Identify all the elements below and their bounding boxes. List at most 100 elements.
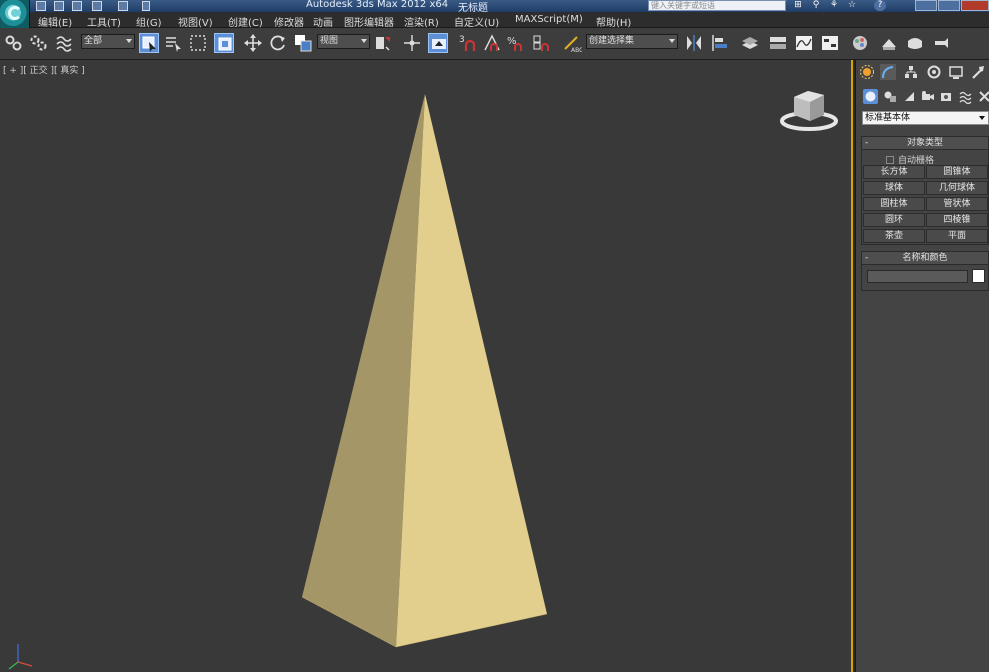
- shapes-category-icon[interactable]: [883, 89, 898, 104]
- create-tab-icon[interactable]: [859, 64, 875, 80]
- systems-category-icon[interactable]: [977, 89, 989, 104]
- unlink-selection-icon[interactable]: [29, 33, 49, 53]
- render-production-icon[interactable]: [931, 33, 951, 53]
- menu-modifiers[interactable]: 修改器: [274, 14, 304, 29]
- object-name-field[interactable]: [867, 270, 968, 283]
- app-logo-icon[interactable]: [0, 0, 30, 28]
- snaps-toggle-3d-icon[interactable]: 3: [458, 33, 478, 53]
- search-icon[interactable]: ⚲: [810, 0, 822, 11]
- communication-center-icon[interactable]: ⚘: [828, 0, 840, 11]
- menu-group[interactable]: 组(G): [136, 14, 162, 29]
- select-and-rotate-icon[interactable]: [268, 33, 288, 53]
- open-file-icon[interactable]: [54, 1, 64, 11]
- save-file-icon[interactable]: [72, 1, 82, 11]
- graphite-modeling-tools-icon[interactable]: [768, 33, 788, 53]
- tube-button[interactable]: 管状体: [926, 197, 988, 211]
- menu-rendering[interactable]: 渲染(R): [404, 14, 439, 29]
- perspective-viewport[interactable]: [ + ][ 正交 ][ 真实 ]: [0, 60, 853, 672]
- close-button[interactable]: [961, 0, 989, 11]
- box-button[interactable]: 长方体: [863, 165, 925, 179]
- rendered-frame-window-icon[interactable]: [905, 33, 925, 53]
- motion-tab-icon[interactable]: [926, 64, 942, 80]
- chevron-down-icon: [361, 39, 367, 43]
- rectangular-selection-region-icon[interactable]: [188, 33, 208, 53]
- keyboard-shortcut-override-icon[interactable]: [428, 33, 448, 53]
- curve-editor-icon[interactable]: [794, 33, 814, 53]
- geosphere-button[interactable]: 几何球体: [926, 181, 988, 195]
- render-setup-icon[interactable]: [879, 33, 899, 53]
- menu-help[interactable]: 帮助(H): [596, 14, 631, 29]
- cone-button[interactable]: 圆锥体: [926, 165, 988, 179]
- help-search-input[interactable]: 键入关键字或短语: [648, 0, 786, 11]
- primitive-category-dropdown[interactable]: 标准基本体: [862, 111, 989, 125]
- help-icon[interactable]: ?: [874, 0, 886, 11]
- selection-filter-dropdown[interactable]: 全部: [81, 34, 135, 49]
- manage-layers-icon[interactable]: [740, 33, 760, 53]
- select-by-name-icon[interactable]: [163, 33, 183, 53]
- object-color-swatch[interactable]: [972, 269, 985, 283]
- spinner-snap-toggle-icon[interactable]: [531, 33, 551, 53]
- teapot-button[interactable]: 茶壶: [863, 229, 925, 243]
- window-crossing-icon[interactable]: [214, 33, 234, 53]
- quick-access-dropdown-icon[interactable]: [142, 1, 150, 11]
- menu-graph-editors[interactable]: 图形编辑器: [344, 14, 394, 29]
- geometry-category-icon[interactable]: [863, 89, 878, 104]
- menu-views[interactable]: 视图(V): [178, 14, 213, 29]
- viewcube-icon[interactable]: [780, 85, 840, 133]
- object-type-rollout: - 对象类型 自动栅格 长方体 圆锥体 球体 几何球体 圆柱体 管状体 圆环 四…: [861, 136, 989, 245]
- select-object-icon[interactable]: [139, 33, 159, 53]
- torus-button[interactable]: 圆环: [863, 213, 925, 227]
- cameras-category-icon[interactable]: [920, 89, 935, 104]
- select-and-move-icon[interactable]: [243, 33, 263, 53]
- menu-maxscript[interactable]: MAXScript(M): [515, 14, 583, 25]
- main-toolbar: 全部 视图 3 % ABC 创建选择集: [0, 28, 989, 60]
- undo-icon[interactable]: [92, 1, 102, 11]
- bind-to-space-warp-icon[interactable]: [54, 33, 74, 53]
- reference-coordinate-dropdown[interactable]: 视图: [317, 34, 370, 49]
- schematic-view-icon[interactable]: [820, 33, 840, 53]
- axis-tripod-icon: [8, 644, 33, 670]
- angle-snap-toggle-icon[interactable]: [482, 33, 502, 53]
- menu-edit[interactable]: 编辑(E): [38, 14, 72, 29]
- utilities-tab-icon[interactable]: [970, 64, 986, 80]
- plane-button[interactable]: 平面: [926, 229, 988, 243]
- menu-customize[interactable]: 自定义(U): [454, 14, 499, 29]
- pivot-point-center-icon[interactable]: [373, 33, 393, 53]
- sphere-button[interactable]: 球体: [863, 181, 925, 195]
- named-selection-set-dropdown[interactable]: 创建选择集: [586, 34, 678, 49]
- align-icon[interactable]: [710, 33, 730, 53]
- space-warps-category-icon[interactable]: [958, 89, 973, 104]
- menu-create[interactable]: 创建(C): [228, 14, 263, 29]
- favorites-star-icon[interactable]: ☆: [846, 0, 858, 11]
- modify-tab-icon[interactable]: [880, 64, 896, 80]
- collapse-icon: -: [865, 253, 869, 263]
- pyramid-button[interactable]: 四棱锥: [926, 213, 988, 227]
- viewport-label[interactable]: [ + ][ 正交 ][ 真实 ]: [3, 63, 85, 76]
- cylinder-button[interactable]: 圆柱体: [863, 197, 925, 211]
- lights-category-icon[interactable]: [902, 89, 917, 104]
- primitive-category-value: 标准基本体: [865, 113, 911, 123]
- collapse-icon: -: [865, 138, 869, 148]
- restore-button[interactable]: [938, 0, 960, 11]
- edit-named-selection-icon[interactable]: ABC: [562, 33, 583, 54]
- mirror-icon[interactable]: [684, 33, 704, 53]
- select-and-manipulate-icon[interactable]: [402, 33, 422, 53]
- percent-snap-toggle-icon[interactable]: %: [506, 33, 526, 53]
- binoculars-icon[interactable]: ⊞: [792, 0, 804, 11]
- hierarchy-tab-icon[interactable]: [903, 64, 919, 80]
- redo-icon[interactable]: [118, 1, 128, 11]
- menu-animation[interactable]: 动画: [313, 14, 333, 29]
- menu-tools[interactable]: 工具(T): [87, 14, 121, 29]
- minimize-button[interactable]: [915, 0, 937, 11]
- object-type-title: 对象类型: [906, 138, 943, 148]
- new-file-icon[interactable]: [36, 1, 46, 11]
- material-editor-icon[interactable]: [850, 33, 870, 53]
- select-and-scale-icon[interactable]: [293, 33, 313, 53]
- display-tab-icon[interactable]: [948, 64, 964, 80]
- name-and-color-rollout-header[interactable]: - 名称和颜色: [862, 252, 988, 265]
- helpers-category-icon[interactable]: [939, 89, 954, 104]
- name-and-color-rollout: - 名称和颜色: [861, 251, 989, 291]
- select-and-link-icon[interactable]: [4, 33, 24, 53]
- pyramid-object[interactable]: [300, 94, 550, 650]
- object-type-rollout-header[interactable]: - 对象类型: [862, 137, 988, 150]
